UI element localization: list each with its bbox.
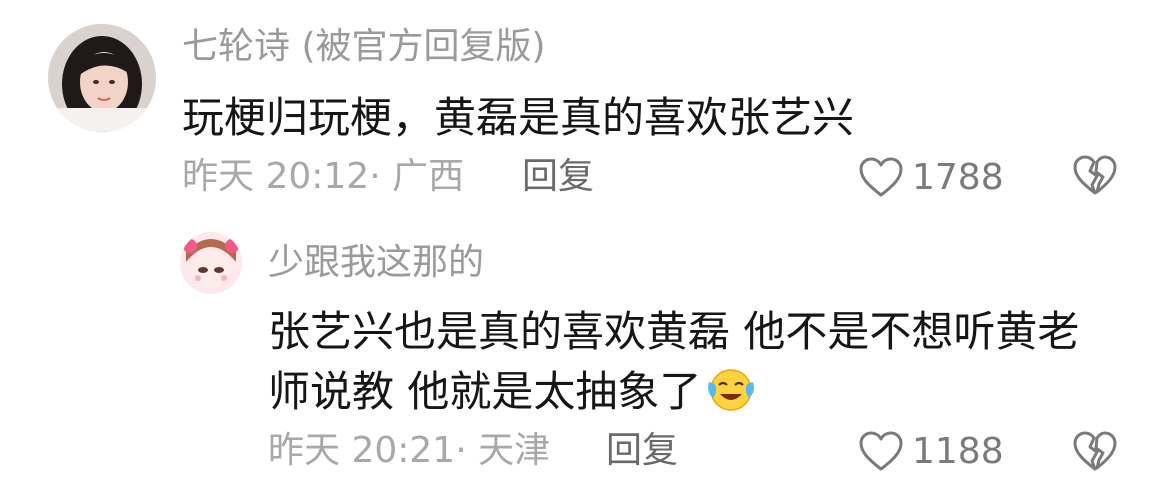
heart-outline-icon [859, 157, 903, 197]
comment-username[interactable]: 七轮诗 (被官方回复版) [182, 24, 546, 70]
comment-meta: 昨天 20:12· 广西 [182, 156, 465, 197]
like-count: 1188 [912, 430, 1004, 472]
broken-heart-icon [1073, 155, 1117, 195]
like-button[interactable]: 1188 [858, 426, 1004, 476]
crying-laughing-emoji-icon [705, 366, 757, 428]
reply-button[interactable]: 回复 [522, 154, 594, 200]
reply-meta: 昨天 20:21· 天津 [268, 430, 551, 471]
user-avatar[interactable] [180, 232, 242, 294]
like-count: 1788 [912, 156, 1004, 198]
like-button[interactable]: 1788 [858, 152, 1004, 202]
broken-heart-icon [1073, 431, 1117, 471]
comment-text: 玩梗归玩梗，黄磊是真的喜欢张艺兴 [182, 93, 855, 142]
heart-outline-icon [859, 431, 903, 471]
reply-button[interactable]: 回复 [606, 428, 678, 474]
dislike-button[interactable] [1072, 430, 1118, 472]
user-avatar[interactable] [48, 24, 156, 132]
reply-text-body: 张艺兴也是真的喜欢黄磊 他不是不想听黄老师说教 他就是太抽象了 [268, 307, 1080, 416]
dislike-button[interactable] [1072, 154, 1118, 196]
reply-text: 张艺兴也是真的喜欢黄磊 他不是不想听黄老师说教 他就是太抽象了 [268, 302, 1088, 428]
reply-username[interactable]: 少跟我这那的 [268, 240, 484, 286]
